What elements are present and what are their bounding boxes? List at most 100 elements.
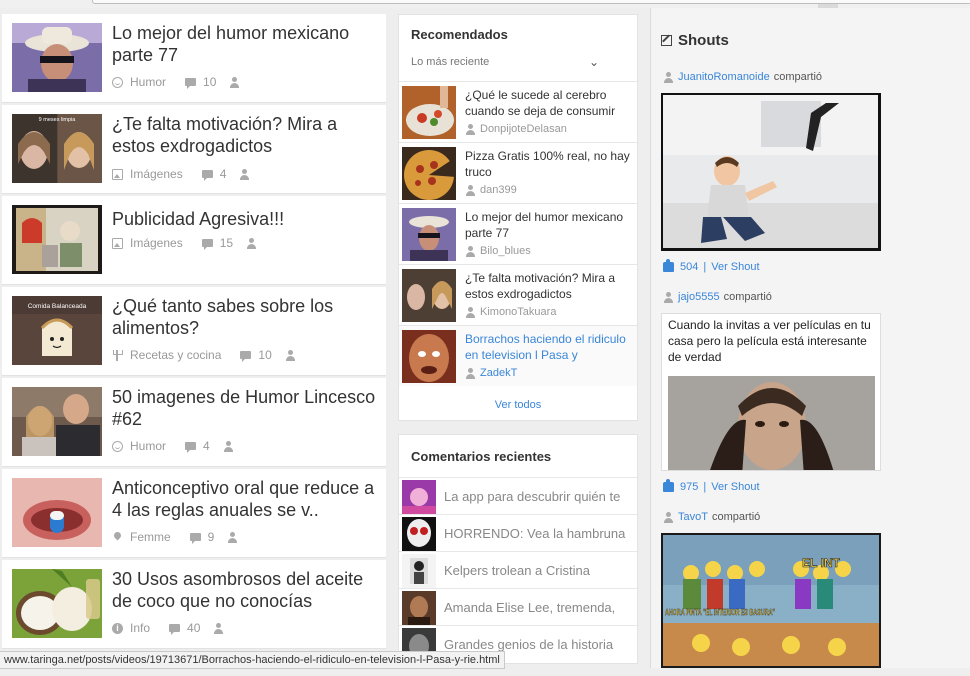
comment-thumbnail[interactable] — [402, 480, 436, 514]
like-count[interactable]: 504 — [680, 261, 698, 273]
comment-item[interactable]: Amanda Elise Lee, tremenda, — [399, 588, 637, 625]
recommended-title-link[interactable]: ¿Qué le sucede al cerebro cuando se deja… — [465, 87, 635, 119]
post-title[interactable]: Publicidad Agresiva!!! — [112, 208, 377, 230]
user-icon[interactable] — [229, 76, 240, 88]
post-thumbnail[interactable] — [12, 23, 102, 92]
comment-item[interactable]: Kelpers trolean a Cristina — [399, 551, 637, 588]
shared-label: compartió — [773, 71, 823, 83]
recommended-thumbnail[interactable] — [402, 330, 456, 383]
recommended-title-link[interactable]: Pizza Gratis 100% real, no hay truco — [465, 148, 635, 180]
recommended-item[interactable]: ¿Te falta motivación? Mira a estos exdro… — [399, 264, 637, 325]
recommended-author[interactable]: Bilo_blues — [465, 245, 531, 257]
author-name[interactable]: dan399 — [480, 184, 517, 196]
recommended-item[interactable]: ¿Qué le sucede al cerebro cuando se deja… — [399, 81, 637, 142]
post-thumbnail[interactable] — [12, 478, 102, 547]
post-meta: Humor 10 — [112, 75, 247, 89]
post-title[interactable]: ¿Te falta motivación? Mira a estos exdro… — [112, 113, 377, 157]
post-title[interactable]: ¿Qué tanto sabes sobre los alimentos? — [112, 295, 377, 339]
separator: | — [703, 481, 707, 493]
shout-user[interactable]: jajo5555 — [678, 291, 720, 303]
comment-text[interactable]: HORRENDO: Vea la hambruna — [444, 526, 634, 541]
post-thumbnail[interactable] — [12, 569, 102, 638]
thumbs-up-icon[interactable] — [663, 259, 674, 272]
shout-image[interactable] — [661, 93, 881, 251]
post-thumbnail[interactable]: 9 meses limpia — [12, 114, 102, 183]
post-item[interactable]: 50 imagenes de Humor Lincesco #62 Humor … — [2, 378, 386, 467]
author-name[interactable]: Bilo_blues — [480, 245, 531, 257]
recommended-title-link[interactable]: Lo mejor del humor mexicano parte 77 — [465, 209, 635, 241]
post-category[interactable]: Info — [130, 621, 150, 635]
post-category[interactable]: Recetas y cocina — [130, 348, 221, 362]
post-title[interactable]: Anticonceptivo oral que reduce a 4 las r… — [112, 477, 377, 521]
comment-thumbnail[interactable] — [402, 554, 436, 588]
comment-thumbnail[interactable] — [402, 517, 436, 551]
user-icon[interactable] — [213, 622, 224, 634]
post-thumbnail[interactable] — [12, 387, 102, 456]
shout-image[interactable] — [668, 376, 875, 470]
post-category[interactable]: Humor — [130, 439, 166, 453]
fork-icon — [112, 349, 123, 361]
chevron-down-icon[interactable]: ⌄ — [589, 55, 599, 69]
author-name[interactable]: KimonoTakuara — [480, 306, 556, 318]
shout-image[interactable]: EL INT AHORA PINTA "EL INTERIOR ES BASURA… — [661, 533, 881, 668]
post-item[interactable]: 30 Usos asombrosos del aceite de coco qu… — [2, 560, 386, 649]
user-icon[interactable] — [239, 168, 250, 180]
post-category[interactable]: Femme — [130, 530, 171, 544]
recommended-author[interactable]: dan399 — [465, 184, 517, 196]
user-icon[interactable] — [227, 531, 238, 543]
like-count[interactable]: 975 — [680, 481, 698, 493]
post-item[interactable]: Anticonceptivo oral que reduce a 4 las r… — [2, 469, 386, 558]
user-icon[interactable] — [285, 349, 296, 361]
recommended-title-link[interactable]: ¿Te falta motivación? Mira a estos exdro… — [465, 270, 635, 302]
post-item[interactable]: Lo mejor del humor mexicano parte 77 Hum… — [2, 14, 386, 103]
recommended-item[interactable]: Lo mejor del humor mexicano parte 77 Bil… — [399, 203, 637, 264]
recommended-item[interactable]: Borrachos haciendo el ridiculo en televi… — [399, 325, 637, 386]
post-title[interactable]: Lo mejor del humor mexicano parte 77 — [112, 22, 377, 66]
post-item[interactable]: Comida Balanceada ¿Qué tanto sabes sobre… — [2, 287, 386, 376]
author-name[interactable]: DonpijoteDelasan — [480, 123, 567, 135]
author-name[interactable]: ZadekT — [480, 367, 517, 379]
recommended-thumbnail[interactable] — [402, 208, 456, 261]
comment-text[interactable]: Kelpers trolean a Cristina — [444, 563, 634, 578]
sort-select[interactable]: Lo más reciente — [411, 56, 489, 68]
shared-label: compartió — [711, 511, 761, 523]
comment-thumbnail[interactable] — [402, 591, 436, 625]
recommended-thumbnail[interactable] — [402, 86, 456, 139]
recommended-title-link[interactable]: Borrachos haciendo el ridiculo en televi… — [465, 331, 635, 363]
post-item[interactable]: Publicidad Agresiva!!! Imágenes 15 — [2, 196, 386, 285]
separator: | — [703, 261, 707, 273]
post-thumbnail[interactable]: Comida Balanceada — [12, 296, 102, 365]
user-icon[interactable] — [246, 237, 257, 249]
user-icon — [465, 124, 475, 135]
shout-user[interactable]: JuanitoRomanoide — [678, 71, 770, 83]
comment-text[interactable]: Grandes genios de la historia — [444, 637, 634, 652]
shouts-header: Shouts — [661, 32, 729, 49]
shout-user[interactable]: TavoT — [678, 511, 708, 523]
post-title[interactable]: 30 Usos asombrosos del aceite de coco qu… — [112, 568, 377, 612]
recommended-author[interactable]: ZadekT — [465, 367, 517, 379]
post-thumbnail[interactable] — [12, 205, 102, 274]
comment-item[interactable]: HORRENDO: Vea la hambruna — [399, 514, 637, 551]
post-category[interactable]: Imágenes — [130, 236, 183, 250]
comment-item[interactable]: La app para descubrir quién te — [399, 477, 637, 514]
post-title[interactable]: 50 imagenes de Humor Lincesco #62 — [112, 386, 377, 430]
view-shout-link[interactable]: Ver Shout — [711, 261, 759, 273]
comment-count: 9 — [207, 530, 215, 544]
recommended-item[interactable]: Pizza Gratis 100% real, no hay truco dan… — [399, 142, 637, 203]
recommended-author[interactable]: DonpijoteDelasan — [465, 123, 567, 135]
recommended-author[interactable]: KimonoTakuara — [465, 306, 556, 318]
thumbs-up-icon[interactable] — [663, 479, 674, 492]
edit-icon[interactable] — [661, 35, 672, 46]
user-icon[interactable] — [223, 440, 234, 452]
recommended-thumbnail[interactable] — [402, 147, 456, 200]
comment-text[interactable]: Amanda Elise Lee, tremenda, — [444, 600, 634, 615]
comment-icon — [240, 351, 252, 362]
view-shout-link[interactable]: Ver Shout — [711, 481, 759, 493]
comment-text[interactable]: La app para descubrir quién te — [444, 489, 634, 504]
post-category[interactable]: Imágenes — [130, 167, 183, 181]
shout-text-card[interactable]: Cuando la invitas a ver películas en tu … — [661, 313, 881, 471]
post-item[interactable]: 9 meses limpia ¿Te falta motivación? Mir… — [2, 105, 386, 194]
recommended-thumbnail[interactable] — [402, 269, 456, 322]
view-all-link[interactable]: Ver todos — [399, 399, 637, 411]
post-category[interactable]: Humor — [130, 75, 166, 89]
